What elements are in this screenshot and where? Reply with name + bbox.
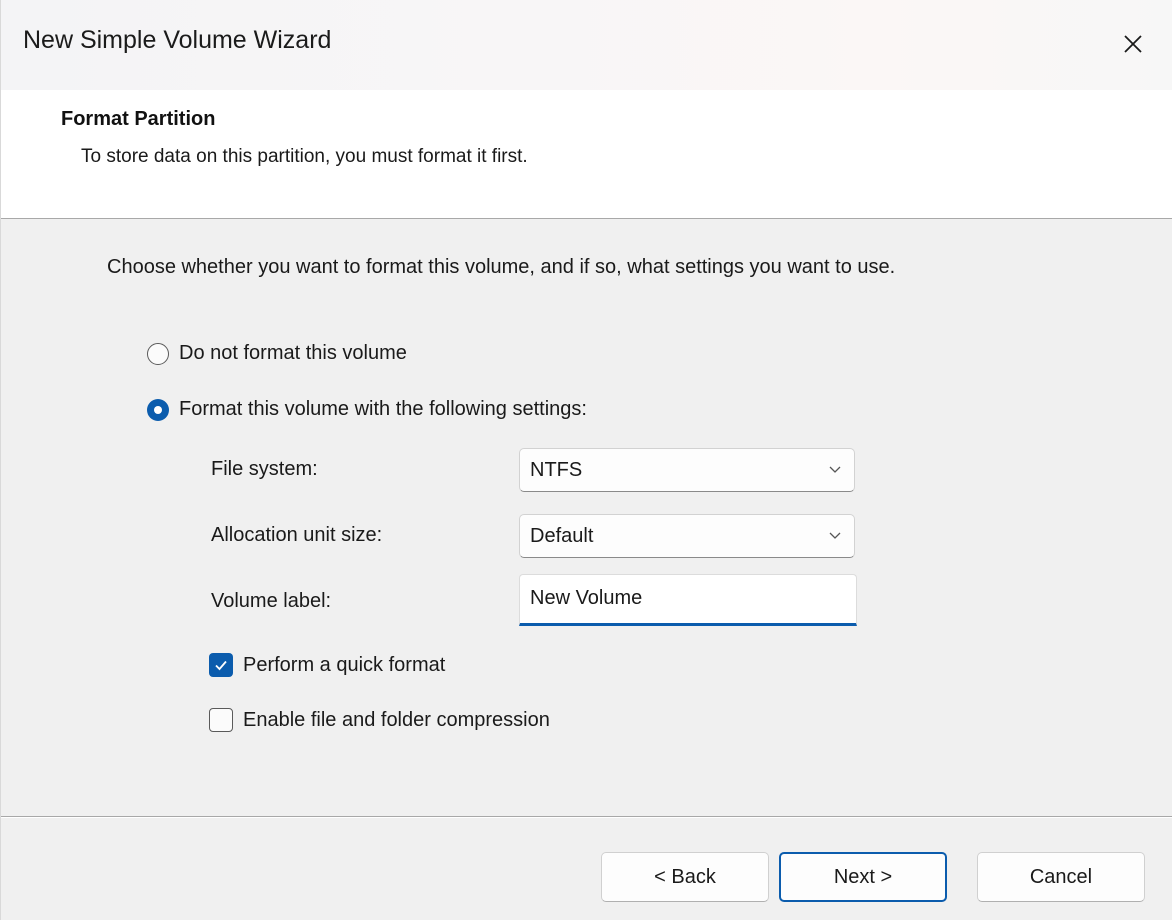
chevron-down-icon (829, 466, 841, 473)
compression-label: Enable file and folder compression (243, 708, 550, 731)
volume-label-input[interactable]: New Volume (519, 574, 857, 626)
compression-option[interactable]: Enable file and folder compression (209, 708, 550, 732)
quick-format-label: Perform a quick format (243, 653, 446, 676)
radio-do-not-format-label: Do not format this volume (179, 342, 407, 364)
radio-button-unchecked[interactable] (147, 342, 169, 365)
next-button[interactable]: Next > (779, 852, 947, 902)
title-bar: New Simple Volume Wizard (1, 0, 1172, 90)
checkmark-icon (215, 660, 227, 671)
intro-text: Choose whether you want to format this v… (107, 256, 896, 278)
page-subtitle: To store data on this partition, you mus… (81, 146, 528, 167)
allocation-unit-size-dropdown[interactable]: Default (519, 514, 855, 558)
window-title: New Simple Volume Wizard (23, 26, 332, 54)
radio-do-not-format[interactable]: Do not format this volume (147, 342, 407, 365)
radio-button-checked[interactable] (147, 398, 169, 421)
quick-format-checkbox[interactable] (209, 653, 233, 677)
wizard-window: New Simple Volume Wizard Format Partitio… (0, 0, 1172, 920)
cancel-button[interactable]: Cancel (977, 852, 1145, 902)
volume-label-label: Volume label: (211, 590, 332, 612)
wizard-header: Format Partition To store data on this p… (1, 90, 1172, 218)
close-button[interactable] (1107, 18, 1159, 70)
allocation-unit-size-label: Allocation unit size: (211, 524, 383, 546)
file-system-value: NTFS (530, 458, 583, 481)
radio-format-volume[interactable]: Format this volume with the following se… (147, 398, 587, 421)
footer-divider-highlight (1, 817, 1172, 818)
quick-format-option[interactable]: Perform a quick format (209, 653, 445, 677)
allocation-unit-size-value: Default (530, 524, 594, 547)
file-system-label: File system: (211, 458, 318, 480)
page-title: Format Partition (61, 108, 216, 130)
file-system-dropdown[interactable]: NTFS (519, 448, 855, 492)
back-button[interactable]: < Back (601, 852, 769, 902)
close-icon (1124, 35, 1142, 53)
header-divider (1, 218, 1172, 219)
chevron-down-icon (829, 532, 841, 539)
radio-format-volume-label: Format this volume with the following se… (179, 398, 587, 420)
compression-checkbox[interactable] (209, 708, 233, 732)
